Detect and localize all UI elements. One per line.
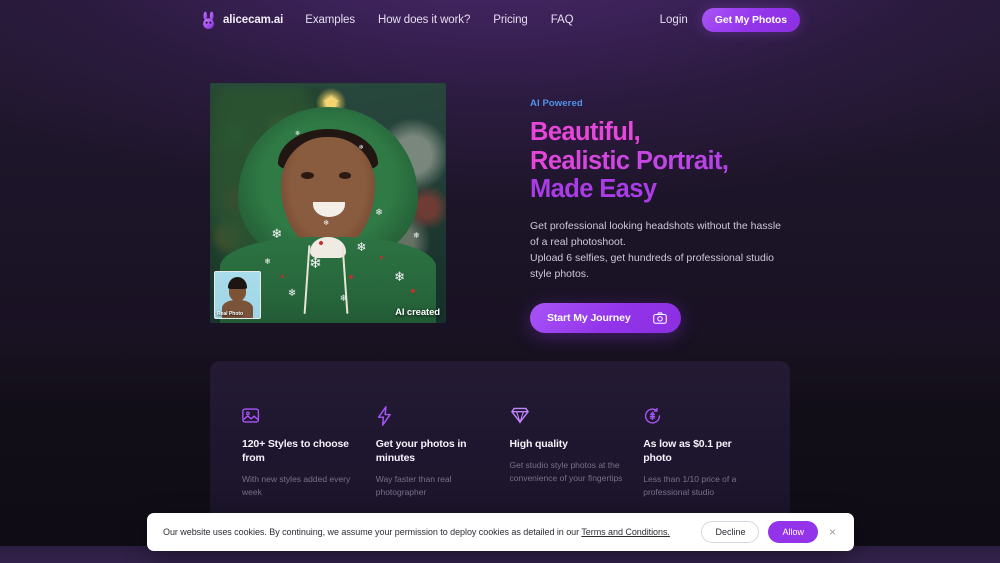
hero-subtext: Get professional looking headshots witho… [530, 218, 790, 283]
site-header: alicecam.ai Examples How does it work? P… [0, 0, 1000, 40]
brand-logo-link[interactable]: alicecam.ai [200, 11, 283, 30]
rabbit-icon [203, 11, 214, 29]
real-photo-thumbnail: Real Photo [214, 271, 261, 319]
nav-link-examples[interactable]: Examples [305, 14, 355, 26]
features-panel: 120+ Styles to choose from With new styl… [210, 361, 790, 521]
currency-circle-icon [643, 406, 758, 426]
feature-title: High quality [509, 438, 568, 450]
terms-and-conditions-link[interactable]: Terms and Conditions. [581, 527, 670, 537]
feature-desc: Way faster than real photographer [375, 474, 452, 498]
feature-card-styles: 120+ Styles to choose from With new styl… [242, 406, 357, 521]
lightning-bolt-icon [376, 406, 491, 426]
close-icon[interactable]: × [827, 526, 838, 538]
feature-desc: With new styles added every week [242, 474, 351, 498]
image-gallery-icon [242, 406, 357, 426]
hero-section: ❄ ❄ ❄ ❄ ❄ ❄ ❄ ❄ ❄ ❄ ❄ ❄ Real Photo AI cr… [0, 83, 1000, 333]
allow-button[interactable]: Allow [768, 521, 818, 543]
feature-title: Get your photos in minutes [375, 438, 467, 465]
feature-title: 120+ Styles to choose from [242, 438, 349, 465]
start-my-journey-label: Start My Journey [547, 311, 631, 324]
primary-nav: Examples How does it work? Pricing FAQ [305, 14, 573, 26]
get-my-photos-button[interactable]: Get My Photos [701, 8, 800, 32]
decline-button[interactable]: Decline [701, 521, 760, 543]
feature-desc: Less than 1/10 price of a professional s… [643, 474, 737, 498]
headline-line-3: Made Easy [530, 175, 657, 204]
nav-link-pricing[interactable]: Pricing [493, 14, 528, 26]
headline-line-2: Realistic Portrait, [530, 147, 790, 176]
header-actions: Login Get My Photos [660, 8, 800, 32]
brand-name: alicecam.ai [223, 14, 284, 26]
hero-subtext-line-2: Upload 6 selfies, get hundreds of profes… [530, 252, 774, 281]
nav-link-how-does-it-work[interactable]: How does it work? [378, 14, 470, 26]
feature-title: As low as $0.1 per photo [643, 438, 732, 465]
feature-card-quality: High quality Get studio style photos at … [510, 406, 625, 521]
diamond-icon [510, 406, 625, 426]
feature-card-price: As low as $0.1 per photo Less than 1/10 … [643, 406, 758, 521]
hero-portrait-image: ❄ ❄ ❄ ❄ ❄ ❄ ❄ ❄ ❄ ❄ ❄ ❄ Real Photo AI cr… [210, 83, 446, 323]
cookie-message: Our website uses cookies. By continuing,… [163, 527, 670, 537]
feature-desc: Get studio style photos at the convenien… [509, 460, 623, 483]
hero-subtext-line-1: Get professional looking headshots witho… [530, 219, 781, 248]
page-title: Beautiful, Realistic Portrait, Made Easy [530, 118, 790, 204]
cookie-consent-banner: Our website uses cookies. By continuing,… [147, 513, 854, 551]
hero-eyebrow: AI Powered [530, 98, 583, 109]
hero-copy: AI Powered Beautiful, Realistic Portrait… [530, 83, 790, 333]
start-my-journey-button[interactable]: Start My Journey [530, 302, 681, 333]
nav-link-faq[interactable]: FAQ [551, 14, 574, 26]
feature-card-speed: Get your photos in minutes Way faster th… [376, 406, 491, 521]
headline-line-1: Beautiful, [530, 118, 641, 146]
portrait-subject [220, 107, 436, 323]
ai-created-label: AI created [395, 307, 440, 318]
camera-icon [652, 312, 667, 324]
cookie-actions: Decline Allow × [701, 521, 838, 543]
real-photo-label: Real Photo [217, 311, 244, 317]
login-link[interactable]: Login [660, 14, 688, 26]
cookie-message-text: Our website uses cookies. By continuing,… [163, 527, 582, 537]
